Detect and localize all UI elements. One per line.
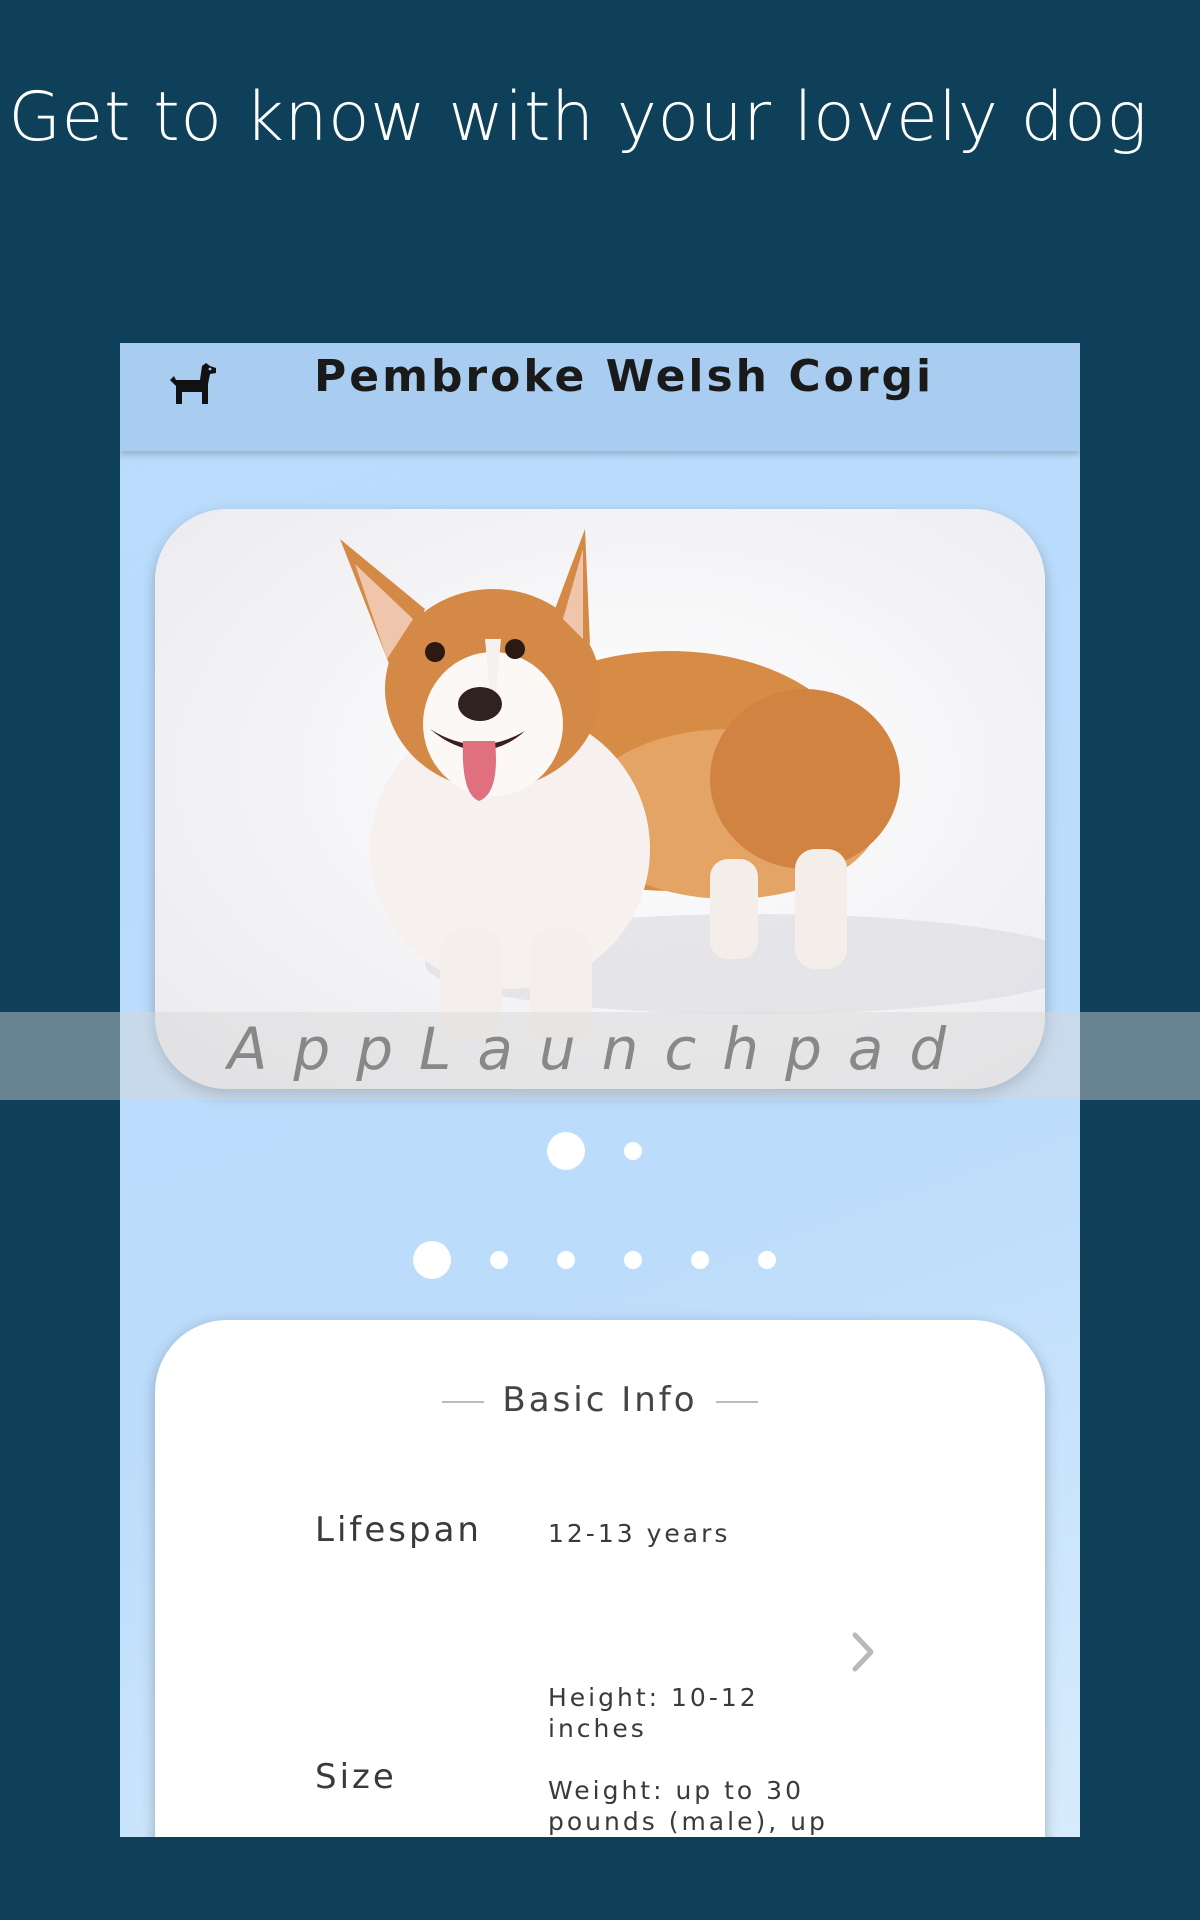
- divider: [715, 1400, 758, 1403]
- photo-carousel-indicator: [120, 1132, 1080, 1172]
- lifespan-value: 12-13 years: [548, 1519, 731, 1548]
- size-value-line: pounds (male), up: [548, 1807, 828, 1836]
- basic-info-header: Basic Info: [155, 1380, 1045, 1420]
- carousel-dot[interactable]: [624, 1142, 642, 1160]
- app-bar: Pembroke Welsh Corgi: [120, 343, 1080, 451]
- dog-icon: [170, 363, 216, 404]
- breed-title: Pembroke Welsh Corgi: [314, 351, 935, 402]
- divider: [442, 1400, 485, 1403]
- basic-info-title: Basic Info: [502, 1380, 698, 1420]
- pager-dot[interactable]: [490, 1251, 508, 1269]
- size-label: Size: [315, 1757, 397, 1797]
- pager-dot[interactable]: [691, 1251, 709, 1269]
- size-value-line: Weight: up to 30: [548, 1776, 804, 1805]
- basic-info-card: Basic Info Lifespan 12-13 years Height: …: [155, 1320, 1045, 1837]
- dog-photo-card[interactable]: [155, 509, 1045, 1089]
- lifespan-label: Lifespan: [315, 1510, 482, 1550]
- pager-dot[interactable]: [624, 1251, 642, 1269]
- size-value-line: inches: [548, 1714, 647, 1743]
- chevron-right-icon[interactable]: [850, 1631, 876, 1673]
- carousel-dot-active[interactable]: [547, 1132, 585, 1170]
- watermark-text: AppLaunchpad: [227, 1015, 973, 1083]
- pager-dot[interactable]: [557, 1251, 575, 1269]
- corgi-photo: [155, 509, 1045, 1089]
- section-pager-indicator: [120, 1241, 1080, 1281]
- size-value-line: Height: 10-12: [548, 1683, 759, 1712]
- pager-dot[interactable]: [758, 1251, 776, 1269]
- pager-dot-active[interactable]: [413, 1241, 451, 1279]
- promo-headline: Get to know with your lovely dog: [8, 78, 1148, 157]
